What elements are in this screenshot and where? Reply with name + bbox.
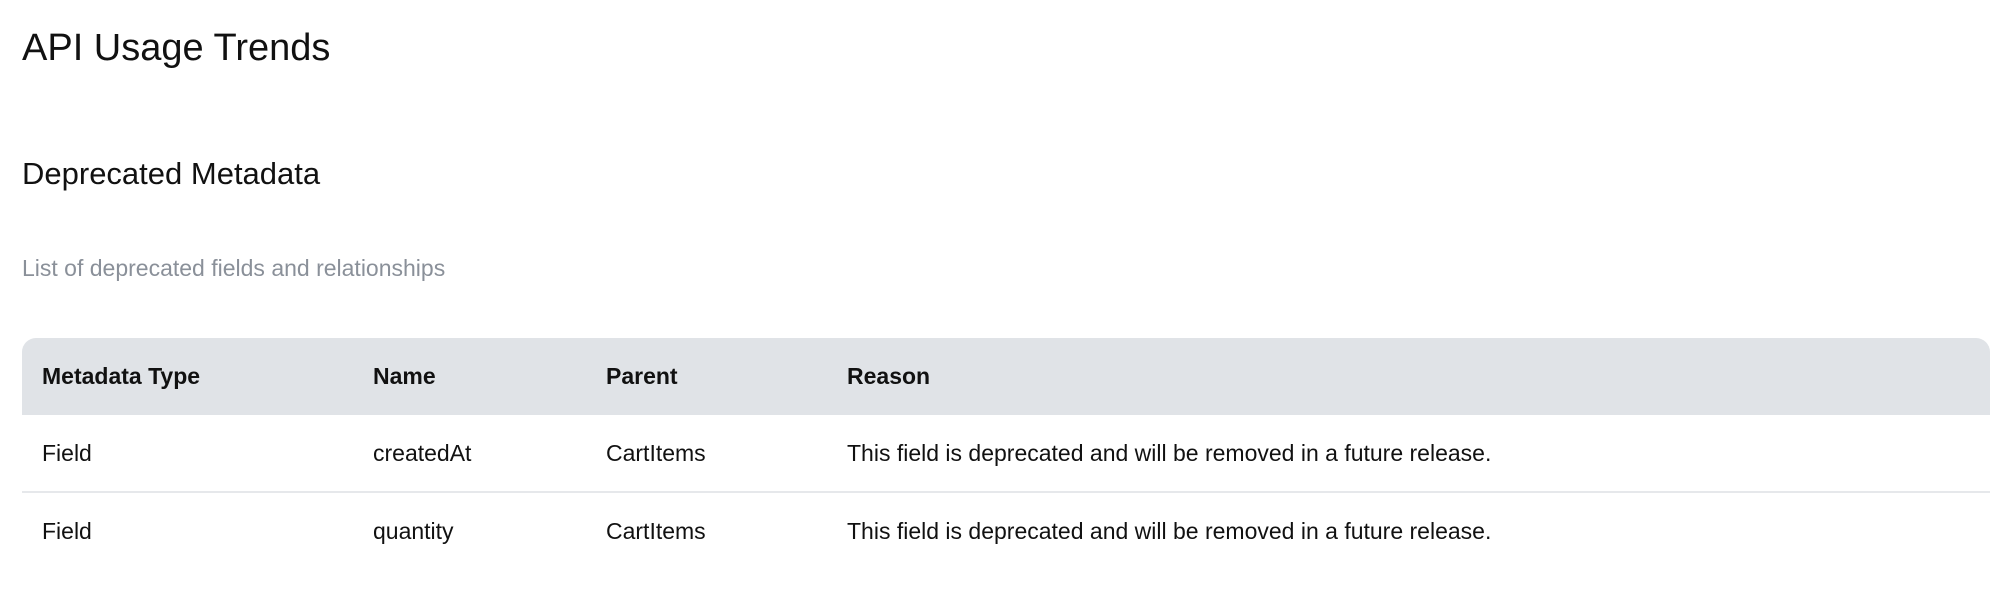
cell-name: quantity xyxy=(353,491,586,569)
section-title: Deprecated Metadata xyxy=(22,156,321,191)
cell-reason: This field is deprecated and will be rem… xyxy=(847,439,1492,466)
table-row: Field quantity CartItems This field is d… xyxy=(22,491,1990,569)
table-header: Metadata Type Name Parent Reason xyxy=(22,338,1990,415)
cell-name: createdAt xyxy=(373,439,472,466)
table-body: Field createdAt CartItems This field is … xyxy=(22,415,1990,569)
section-description: List of deprecated fields and relationsh… xyxy=(22,255,446,281)
column-header-parent[interactable]: Parent xyxy=(586,338,827,415)
cell-reason: This field is deprecated and will be rem… xyxy=(827,491,1990,569)
cell-parent: CartItems xyxy=(606,439,706,466)
column-header-metadata-type[interactable]: Metadata Type xyxy=(22,338,353,415)
deprecated-metadata-table: Metadata Type Name Parent Reason Field c… xyxy=(22,338,1990,569)
table-row: Field createdAt CartItems This field is … xyxy=(22,415,1990,491)
metadata-table: Metadata Type Name Parent Reason Field c… xyxy=(22,338,1990,569)
page-title: API Usage Trends xyxy=(22,27,331,69)
cell-parent: CartItems xyxy=(586,491,827,569)
column-header-name[interactable]: Name xyxy=(353,338,586,415)
table-header-row: Metadata Type Name Parent Reason xyxy=(22,338,1990,415)
cell-metadata-type: Field xyxy=(22,491,353,569)
column-header-reason[interactable]: Reason xyxy=(827,338,1990,415)
cell-metadata-type: Field xyxy=(42,439,92,466)
